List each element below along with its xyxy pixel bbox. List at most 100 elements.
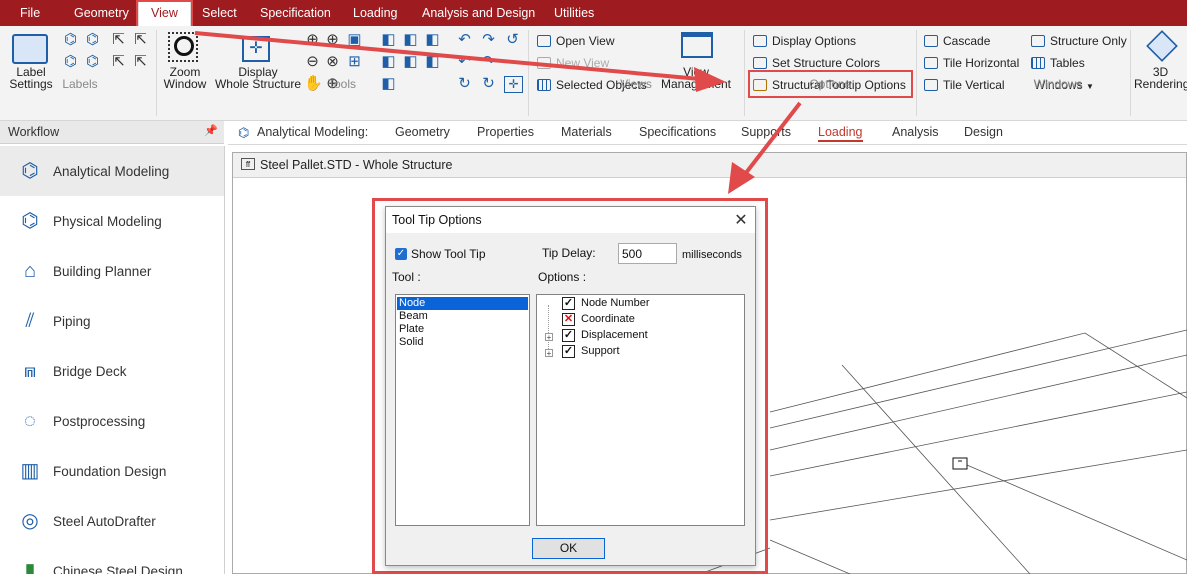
tab-supports[interactable]: Supports [741, 125, 791, 139]
new-view-button[interactable]: New View [537, 56, 609, 70]
expand-support-icon[interactable]: + [545, 349, 553, 358]
plate-label-icon[interactable]: ⌬ [62, 54, 79, 69]
tile-vertical-icon [924, 79, 938, 91]
workflow-item-bridge-deck[interactable]: ⩎ Bridge Deck [0, 346, 224, 396]
zoom-dynamic-icon[interactable]: ⊕ [324, 32, 341, 47]
steel-autodrafter-icon: ◎ [21, 510, 39, 532]
spin-left-icon[interactable]: ↻ [456, 76, 473, 91]
tab-analysis[interactable]: Analysis [892, 125, 939, 139]
rotate-left-icon[interactable]: ↶ [456, 54, 473, 69]
workflow-item-piping[interactable]: ⫽ Piping [0, 296, 224, 346]
structure-only-button[interactable]: Structure Only [1031, 34, 1127, 48]
tool-item-plate[interactable]: Plate [397, 323, 528, 336]
tab-geometry[interactable]: Geometry [395, 125, 450, 139]
labels-group-label: Labels [62, 77, 98, 91]
tool-item-solid[interactable]: Solid [397, 336, 528, 349]
analytical-modeling-icon: ⌬ [21, 160, 39, 182]
tip-delay-input[interactable] [618, 243, 677, 264]
option-checkbox-support[interactable]: ✓ [562, 345, 575, 358]
cursor-beam-icon[interactable]: ⇱ [132, 32, 149, 47]
close-icon[interactable]: ✕ [733, 210, 749, 230]
workflow-item-chinese-steel-design[interactable]: ▮ Chinese Steel Design [0, 546, 224, 574]
structure-window-title: Steel Pallet.STD - Whole Structure [260, 158, 453, 172]
tool-item-beam[interactable]: Beam [397, 310, 528, 323]
view-front-icon[interactable]: ◧ [380, 32, 397, 47]
display-options-button[interactable]: Display Options [753, 34, 856, 48]
tab-loading[interactable]: Loading [818, 125, 863, 142]
zoom-in-icon[interactable]: ⊕ [304, 32, 321, 47]
open-view-button[interactable]: Open View [537, 34, 614, 48]
zoom-out-icon[interactable]: ⊖ [304, 54, 321, 69]
workflow-item-analytical-modeling[interactable]: ⌬ Analytical Modeling [0, 146, 224, 196]
zoom-extents-icon[interactable]: ▣ [346, 32, 363, 47]
tab-properties[interactable]: Properties [477, 125, 534, 139]
tile-vertical-button[interactable]: Tile Vertical [924, 78, 1005, 92]
workflow-item-postprocessing[interactable]: ◌ Postprocessing [0, 396, 224, 446]
menu-specification[interactable]: Specification [258, 0, 333, 26]
workflow-title: Workflow [8, 125, 60, 139]
show-tool-tip-label: Show Tool Tip [411, 247, 486, 261]
spin-right-icon[interactable]: ↻ [480, 76, 497, 91]
menu-geometry[interactable]: Geometry [72, 0, 131, 26]
solid-label-icon[interactable]: ⌬ [84, 54, 101, 69]
view-right-icon[interactable]: ◧ [380, 54, 397, 69]
3d-rendering-button[interactable]: 3D Rendering [1134, 66, 1187, 90]
view-back-icon[interactable]: ◧ [402, 32, 419, 47]
rotate-down-icon[interactable]: ↷ [480, 32, 497, 47]
view-management-button[interactable]: View Management [654, 66, 738, 90]
option-checkbox-displacement[interactable]: ✓ [562, 329, 575, 342]
cascade-button[interactable]: Cascade [924, 34, 990, 48]
display-whole-structure-button[interactable]: Display Whole Structure [214, 66, 302, 90]
house-icon: ⌂ [23, 260, 37, 282]
view-menu-highlight [136, 0, 193, 28]
tab-design[interactable]: Design [964, 125, 1003, 139]
show-tool-tip-checkbox[interactable]: ✓ [395, 248, 407, 260]
menu-loading[interactable]: Loading [351, 0, 400, 26]
rotate-axis-icon[interactable]: ↺ [504, 32, 521, 47]
view-iso-icon[interactable]: ◧ [380, 76, 397, 91]
workflow-item-building-planner[interactable]: ⌂ Building Planner [0, 246, 224, 296]
tables-button[interactable]: Tables [1031, 56, 1085, 70]
option-label-node-number: Node Number [581, 297, 650, 309]
beam-label-icon[interactable]: ⌬ [84, 32, 101, 47]
zoom-previous-icon[interactable]: ⊗ [324, 54, 341, 69]
staad-file-icon: ff [241, 158, 255, 170]
pan-icon[interactable]: ✋ [304, 76, 323, 91]
ok-button[interactable]: OK [532, 538, 605, 559]
node-label-icon[interactable]: ⌬ [62, 32, 79, 47]
chevron-down-icon: ▼ [1086, 82, 1094, 91]
cursor-solid-icon[interactable]: ⇱ [132, 54, 149, 69]
view-left-icon[interactable]: ◧ [424, 32, 441, 47]
expand-displacement-icon[interactable]: + [545, 333, 553, 342]
view-top-icon[interactable]: ◧ [402, 54, 419, 69]
zoom-all-icon[interactable]: ⊞ [346, 54, 363, 69]
menu-analysis-and-design[interactable]: Analysis and Design [420, 0, 537, 26]
menu-select[interactable]: Select [200, 0, 239, 26]
tile-horizontal-button[interactable]: Tile Horizontal [924, 56, 1019, 70]
rotate-right-icon[interactable]: ↷ [480, 54, 497, 69]
pin-icon[interactable]: 📌 [204, 124, 218, 137]
cursor-node-icon[interactable]: ⇱ [110, 32, 127, 47]
center-view-icon[interactable]: ✛ [504, 76, 523, 93]
workflow-item-steel-autodrafter[interactable]: ◎ Steel AutoDrafter [0, 496, 224, 546]
set-structure-colors-button[interactable]: Set Structure Colors [753, 56, 880, 70]
rotate-up-icon[interactable]: ↶ [456, 32, 473, 47]
tools-group-label: Tools [327, 77, 356, 91]
cursor-plate-icon[interactable]: ⇱ [110, 54, 127, 69]
tab-specifications[interactable]: Specifications [639, 125, 716, 139]
zoom-window-button[interactable]: Zoom Window [162, 66, 208, 90]
view-bottom-icon[interactable]: ◧ [424, 54, 441, 69]
option-checkbox-coordinate[interactable]: ✕ [562, 313, 575, 326]
menu-utilities[interactable]: Utilities [552, 0, 596, 26]
tab-materials[interactable]: Materials [561, 125, 612, 139]
tool-label: Tool : [392, 270, 421, 284]
label-settings-button[interactable]: Label Settings [8, 66, 54, 90]
tool-item-node[interactable]: Node [397, 297, 528, 310]
workflow-item-physical-modeling[interactable]: ⌬ Physical Modeling [0, 196, 224, 246]
tile-horizontal-icon [924, 57, 938, 69]
menu-file[interactable]: File [18, 0, 42, 26]
workflow-item-foundation-design[interactable]: ▥ Foundation Design [0, 446, 224, 496]
cascade-icon [924, 35, 938, 47]
option-checkbox-node-number[interactable]: ✓ [562, 297, 575, 310]
windows-group-label: Windows [1033, 77, 1083, 91]
